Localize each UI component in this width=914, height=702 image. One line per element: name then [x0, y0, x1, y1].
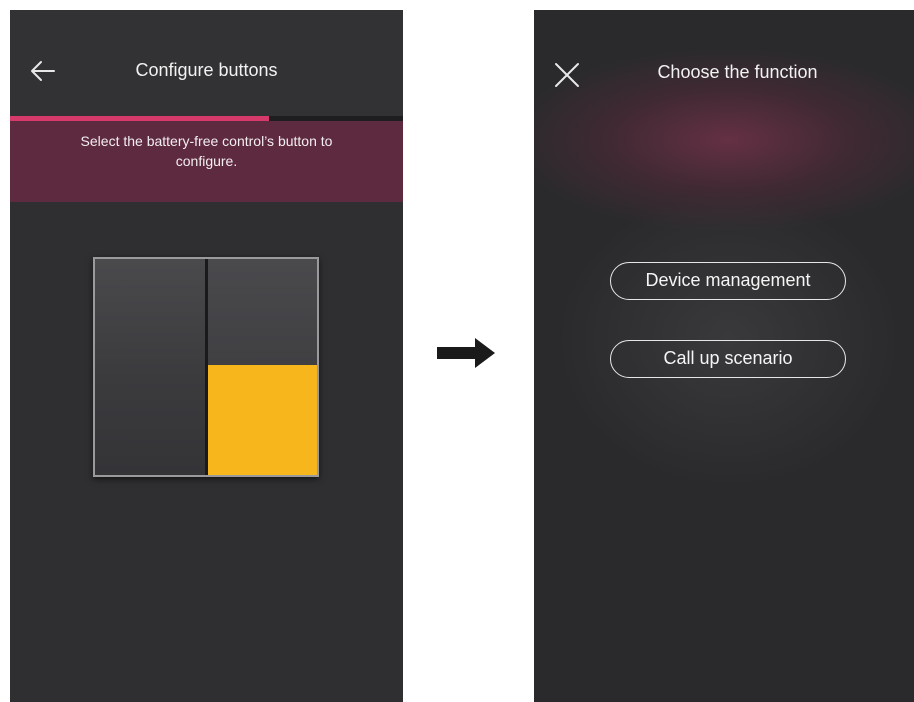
instruction-text: Select the battery-free control’s button… [80, 133, 333, 169]
call-up-scenario-button[interactable]: Call up scenario [610, 340, 846, 378]
battery-free-control [93, 257, 319, 477]
right-bottom-button-selected[interactable] [208, 365, 317, 475]
left-rocker-button[interactable] [95, 259, 208, 475]
device-management-button[interactable]: Device management [610, 262, 846, 300]
close-icon[interactable] [554, 62, 580, 88]
right-top-button[interactable] [208, 259, 317, 365]
arrow-right-icon [437, 338, 495, 368]
page-title: Configure buttons [135, 60, 278, 80]
page-title: Choose the function [657, 62, 818, 82]
configure-buttons-screen: Configure buttons Select the battery-fre… [10, 10, 403, 702]
choose-function-screen: Choose the function Device management Ca… [534, 10, 914, 702]
instruction-banner: Select the battery-free control’s button… [10, 121, 403, 202]
